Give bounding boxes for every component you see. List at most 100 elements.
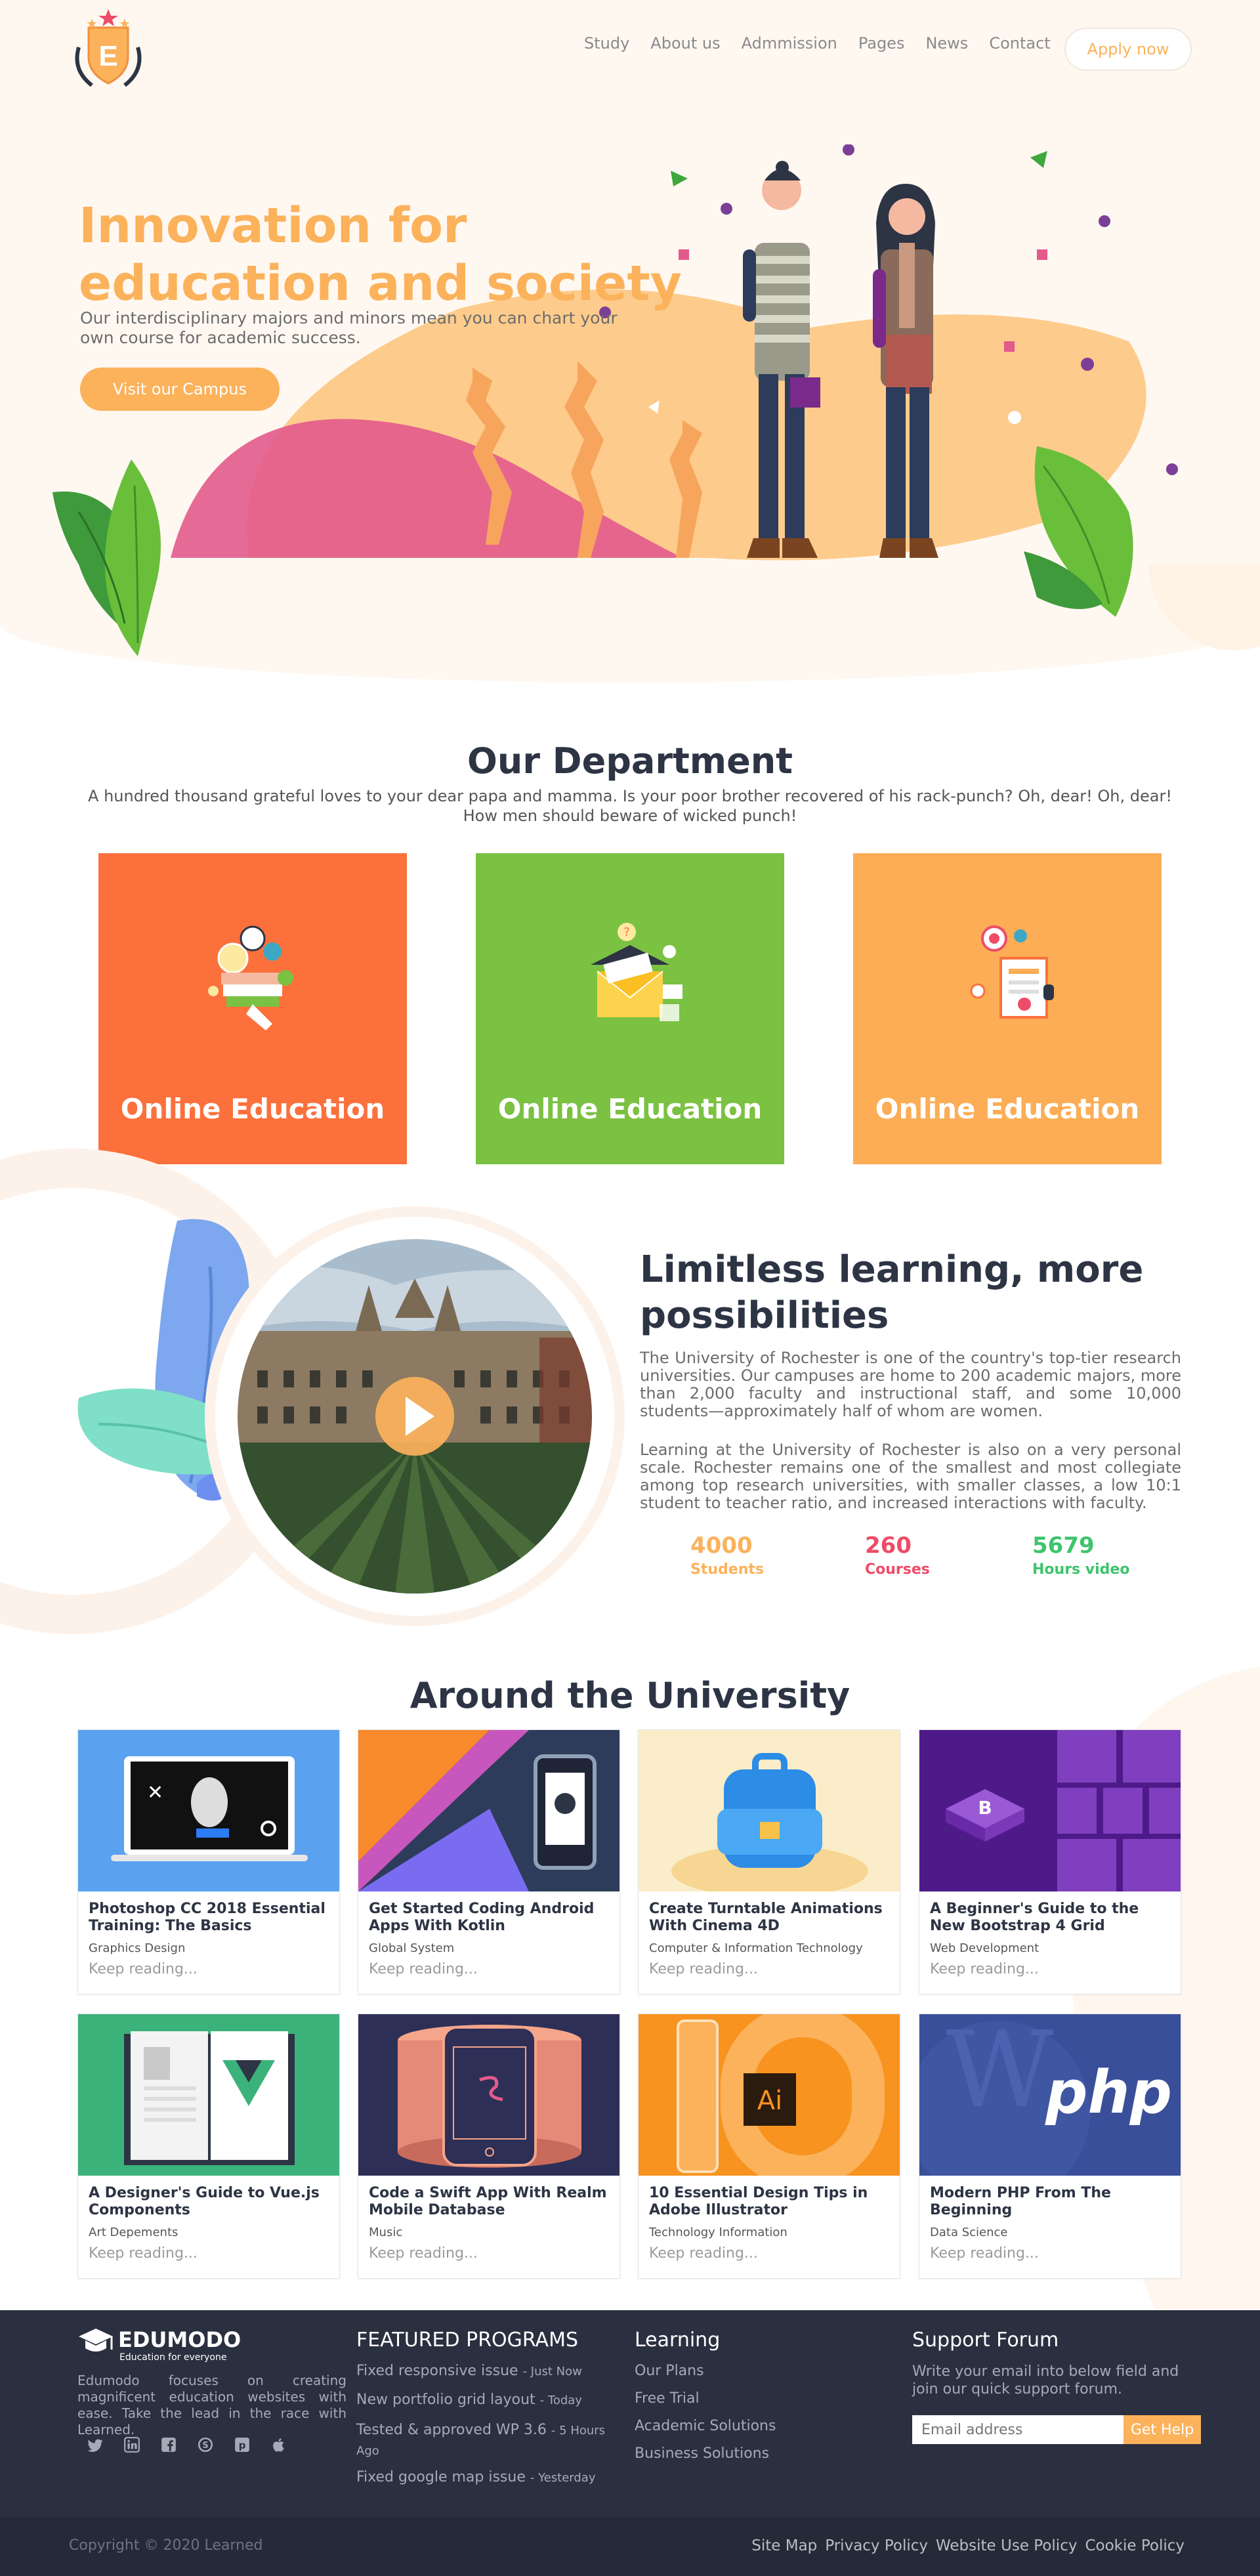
stat-courses: 260 Courses <box>865 1532 1009 1578</box>
hero-title: Innovation for education and society <box>79 198 682 312</box>
learning-link-trial[interactable]: Free Trial <box>635 2390 700 2407</box>
course-card-5[interactable]: A Designer's Guide to Vue.js Components … <box>77 2014 340 2279</box>
course-card-1[interactable]: ✕ Photoshop CC 2018 Essential Training: … <box>77 1729 340 1995</box>
twitter-icon[interactable] <box>85 2436 105 2456</box>
stat-hours-label: Hours video <box>1032 1561 1130 1578</box>
course-card-8[interactable]: W php Modern PHP From The Beginning Data… <box>919 2014 1181 2279</box>
nav-about-us[interactable]: About us <box>650 34 720 53</box>
nav-contact[interactable]: Contact <box>989 34 1050 53</box>
course-card-4-category: Web Development <box>930 1941 1040 1955</box>
vuejs-thumbnail <box>78 2014 339 2176</box>
course-card-3-title[interactable]: Create Turntable Animations With Cinema … <box>649 1901 892 1935</box>
main-nav: Study About us Admmission Pages News Con… <box>584 34 1051 53</box>
svg-text:B: B <box>978 1797 992 1819</box>
department-card-3[interactable]: Online Education <box>853 853 1162 1164</box>
course-card-5-title[interactable]: A Designer's Guide to Vue.js Components <box>89 2185 331 2219</box>
support-forum-heading: Support Forum <box>912 2329 1059 2352</box>
svg-text:E: E <box>98 40 117 72</box>
department-card-2[interactable]: ? Online Education <box>476 853 784 1164</box>
course-card-7-keep-reading[interactable]: Keep reading... <box>649 2245 758 2262</box>
stat-hours-video: 5679 Hours video <box>1032 1532 1177 1578</box>
course-card-7[interactable]: Ai 10 Essential Design Tips in Adobe Ill… <box>638 2014 900 2279</box>
course-card-6-keep-reading[interactable]: Keep reading... <box>369 2245 478 2262</box>
documents-target-icon <box>970 925 1054 1019</box>
skype-icon[interactable]: S <box>196 2436 215 2456</box>
course-card-8-title[interactable]: Modern PHP From The Beginning <box>930 2185 1173 2219</box>
logo-emblem[interactable]: E <box>66 8 151 93</box>
course-card-4-title[interactable]: A Beginner's Guide to the New Bootstrap … <box>930 1901 1173 1935</box>
stat-courses-number: 260 <box>865 1532 912 1559</box>
learning-link-plans[interactable]: Our Plans <box>635 2363 704 2379</box>
stat-students-number: 4000 <box>690 1532 753 1559</box>
limitless-paragraph-2: Learning at the University of Rochester … <box>640 1441 1181 1512</box>
featured-programs-heading: FEATURED PROGRAMS <box>356 2329 578 2352</box>
cookie-policy-link[interactable]: Cookie Policy <box>1085 2537 1185 2554</box>
stat-hours-number: 5679 <box>1032 1532 1095 1559</box>
course-card-4-keep-reading[interactable]: Keep reading... <box>930 1961 1039 1977</box>
course-card-2[interactable]: Get Started Coding Android Apps With Kot… <box>358 1729 620 1995</box>
course-card-3-keep-reading[interactable]: Keep reading... <box>649 1961 758 1977</box>
education-tools-icon <box>208 925 293 1030</box>
course-card-8-category: Data Science <box>930 2226 1008 2239</box>
nav-pages[interactable]: Pages <box>858 34 905 53</box>
course-card-8-keep-reading[interactable]: Keep reading... <box>930 2245 1039 2262</box>
featured-item-1-text[interactable]: Fixed responsive issue <box>356 2363 518 2379</box>
photoshop-thumbnail: ✕ <box>78 1730 339 1891</box>
campus-photo <box>238 1239 592 1594</box>
course-card-5-category: Art Depements <box>89 2226 178 2239</box>
department-subtitle: A hundred thousand grateful loves to you… <box>88 787 1172 825</box>
featured-item-1[interactable]: Fixed responsive issue - Just Now <box>356 2363 619 2379</box>
envelope-books-icon: ? <box>591 923 682 1021</box>
course-card-5-keep-reading[interactable]: Keep reading... <box>89 2245 198 2262</box>
course-card-1-keep-reading[interactable]: Keep reading... <box>89 1961 198 1977</box>
course-card-1-category: Graphics Design <box>89 1941 186 1955</box>
learning-heading: Learning <box>635 2329 721 2352</box>
apple-icon[interactable] <box>269 2436 289 2456</box>
learning-link-business[interactable]: Business Solutions <box>635 2445 769 2462</box>
website-use-policy-link[interactable]: Website Use Policy <box>936 2537 1077 2554</box>
course-card-1-title[interactable]: Photoshop CC 2018 Essential Training: Th… <box>89 1901 331 1935</box>
department-card-1[interactable]: Online Education <box>98 853 407 1164</box>
department-card-2-label: Online Education <box>497 1093 763 1125</box>
department-card-1-label: Online Education <box>120 1093 385 1125</box>
limitless-paragraph-1: The University of Rochester is one of th… <box>640 1349 1181 1420</box>
course-card-7-category: Technology Information <box>649 2226 788 2239</box>
featured-item-3-text[interactable]: Tested & approved WP 3.6 <box>356 2422 547 2438</box>
visit-campus-button[interactable]: Visit our Campus <box>80 368 280 411</box>
featured-item-2[interactable]: New portfolio grid layout - Today <box>356 2392 619 2408</box>
apply-now-button[interactable]: Apply now <box>1064 28 1192 71</box>
swift-realm-thumbnail <box>358 2014 620 2176</box>
hero-subtitle: Our interdisciplinary majors and minors … <box>80 308 618 347</box>
course-card-2-title[interactable]: Get Started Coding Android Apps With Kot… <box>369 1901 612 1935</box>
site-map-link[interactable]: Site Map <box>751 2537 817 2554</box>
featured-item-3[interactable]: Tested & approved WP 3.6 - 5 Hours Ago <box>356 2420 612 2461</box>
nav-admission[interactable]: Admmission <box>742 34 837 53</box>
nav-study[interactable]: Study <box>584 34 629 53</box>
course-card-3[interactable]: Create Turntable Animations With Cinema … <box>638 1729 900 1995</box>
featured-item-4-text[interactable]: Fixed google map issue <box>356 2469 526 2485</box>
course-card-6-title[interactable]: Code a Swift App With Realm Mobile Datab… <box>369 2185 612 2219</box>
featured-item-2-text[interactable]: New portfolio grid layout <box>356 2392 536 2408</box>
linkedin-icon[interactable] <box>122 2436 142 2456</box>
department-title: Our Department <box>467 740 793 782</box>
pinterest-icon[interactable]: p <box>232 2436 252 2456</box>
cinema4d-thumbnail <box>639 1730 900 1891</box>
svg-text:p: p <box>239 2439 246 2451</box>
facebook-icon[interactable] <box>159 2436 178 2456</box>
course-card-7-title[interactable]: 10 Essential Design Tips in Adobe Illust… <box>649 2185 892 2219</box>
course-card-4[interactable]: B A Beginner's Guide to the New Bootstra… <box>919 1729 1181 1995</box>
featured-item-4[interactable]: Fixed google map issue - Yesterday <box>356 2469 619 2485</box>
learning-link-academic[interactable]: Academic Solutions <box>635 2418 776 2434</box>
course-card-2-keep-reading[interactable]: Keep reading... <box>369 1961 478 1977</box>
stat-students-label: Students <box>690 1561 764 1578</box>
featured-item-2-time: - Today <box>539 2394 582 2407</box>
footer-links: Site Map Privacy Policy Website Use Poli… <box>751 2537 1185 2554</box>
kotlin-thumbnail <box>358 1730 620 1891</box>
email-input[interactable] <box>912 2415 1124 2444</box>
get-help-button[interactable]: Get Help <box>1124 2415 1201 2444</box>
footer-tagline: Education for everyone <box>119 2352 227 2363</box>
privacy-policy-link[interactable]: Privacy Policy <box>825 2537 928 2554</box>
nav-news[interactable]: News <box>925 34 968 53</box>
course-card-6[interactable]: Code a Swift App With Realm Mobile Datab… <box>358 2014 620 2279</box>
svg-text:php: php <box>1045 2058 1172 2127</box>
